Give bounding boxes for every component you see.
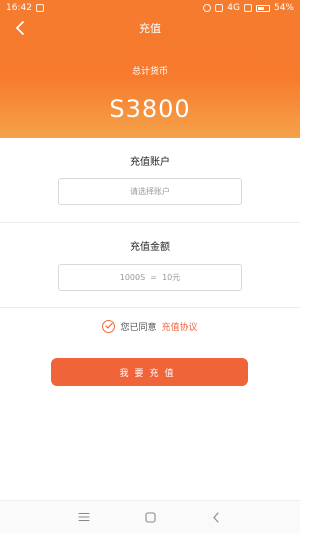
home-square-icon — [144, 511, 156, 523]
recharge-button[interactable]: 我要充值 — [51, 358, 248, 386]
network-type: 4G — [227, 3, 240, 13]
section-divider — [0, 222, 300, 223]
agreement-text: 您已同意 — [120, 322, 157, 333]
signal-icon — [215, 4, 224, 12]
status-time: 16:42 — [6, 3, 32, 13]
back-button[interactable] — [10, 18, 30, 38]
check-circle-icon[interactable] — [102, 319, 116, 333]
agreement-link[interactable]: 充值协议 — [162, 320, 198, 333]
status-bar: 16:42 4G 54% — [0, 0, 300, 16]
amount-value: 1000S = 10元 — [119, 273, 181, 282]
amount-field[interactable]: 1000S = 10元 — [58, 264, 242, 291]
header-banner: 16:42 4G 54% 充值 总计货币 S3800 — [0, 0, 300, 138]
notification-icon — [35, 4, 44, 12]
recharge-button-label: 我要充值 — [119, 368, 180, 379]
system-nav-bar — [0, 500, 300, 533]
account-placeholder: 请选择账户 — [130, 187, 170, 196]
chevron-left-icon — [213, 511, 219, 523]
section-divider — [0, 307, 300, 308]
page-title: 充值 — [139, 22, 161, 35]
total-currency-amount: S3800 — [109, 95, 191, 123]
account-select[interactable]: 请选择账户 — [58, 178, 242, 205]
menu-icon — [78, 512, 90, 522]
battery-level: 54% — [273, 3, 294, 13]
menu-button[interactable] — [77, 510, 91, 524]
home-button[interactable] — [143, 510, 157, 524]
back-system-button[interactable] — [209, 510, 223, 524]
alarm-icon — [203, 4, 212, 12]
amount-section-title: 充值金额 — [130, 242, 170, 253]
total-currency-label: 总计货币 — [131, 67, 168, 77]
top-nav: 充值 — [0, 16, 300, 40]
chevron-left-icon — [16, 21, 24, 35]
account-section-title: 充值账户 — [130, 157, 170, 168]
agreement-row: 您已同意 充值协议 — [0, 318, 300, 334]
battery-icon — [255, 4, 270, 12]
wifi-icon — [243, 4, 252, 12]
